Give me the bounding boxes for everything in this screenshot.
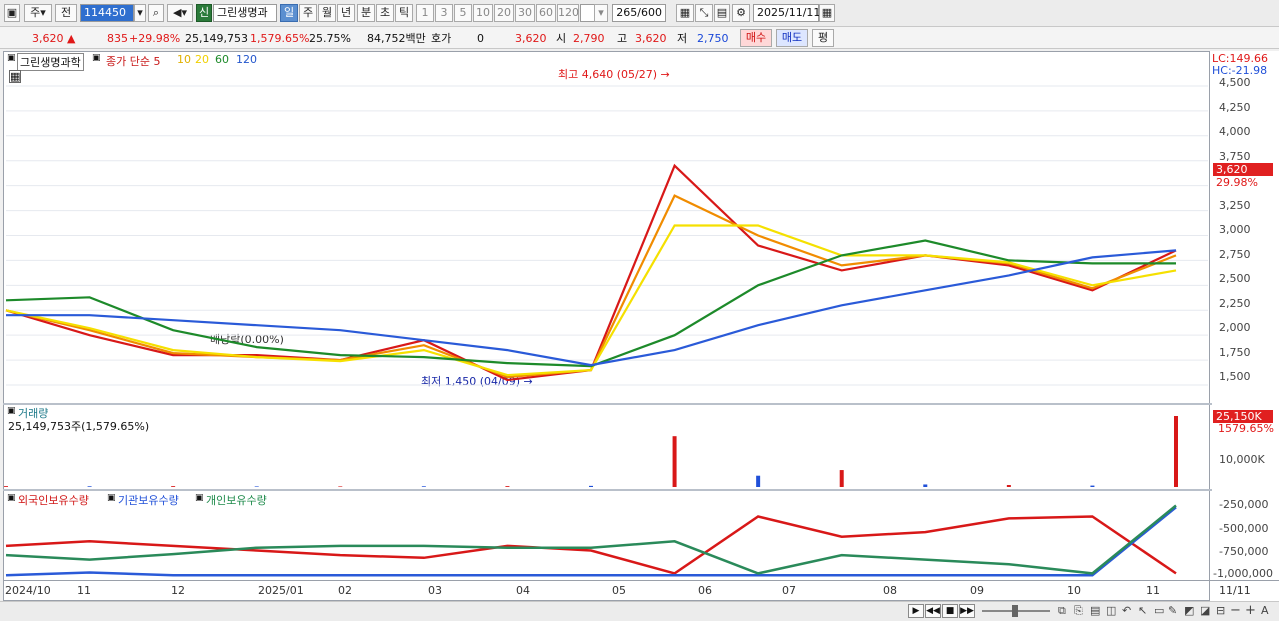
chart-type-icon[interactable]: ◩	[1184, 604, 1194, 617]
save-image-icon[interactable]: ◪	[1200, 604, 1210, 617]
stop-icon[interactable]: ■	[942, 604, 958, 618]
volume-bar	[421, 486, 426, 487]
volume-bar	[672, 436, 677, 487]
volume-bar	[87, 486, 92, 487]
volume-bar	[1090, 485, 1095, 487]
volume-bar	[505, 486, 510, 487]
holding-series-line	[5, 504, 1177, 575]
volume-bar	[4, 486, 8, 487]
volume-bar	[338, 486, 343, 487]
fast-forward-icon[interactable]: ▶▶	[959, 604, 975, 618]
chart-plot	[4, 85, 1208, 577]
copy-icon[interactable]: ⎘	[1074, 604, 1083, 618]
volume-bar	[1174, 416, 1178, 487]
price-series-line	[6, 249, 1177, 367]
undo-icon[interactable]: ↶	[1122, 604, 1131, 617]
price-series-line	[5, 239, 1176, 368]
volume-bar	[589, 485, 593, 487]
rewind-icon[interactable]: ◀◀	[925, 604, 941, 618]
print-icon[interactable]: ▤	[1090, 604, 1100, 617]
volume-bar	[254, 486, 259, 487]
font-size-icon[interactable]: A	[1261, 604, 1269, 617]
zoom-in-icon[interactable]: +	[1245, 603, 1256, 618]
scroll-right-icon[interactable]: ▶	[908, 604, 924, 618]
edit-icon[interactable]: ✎	[1168, 604, 1177, 617]
measure-icon[interactable]: ◫	[1106, 604, 1116, 617]
pointer-icon[interactable]: ↖	[1138, 604, 1147, 617]
holding-series-line	[5, 506, 1177, 577]
layout-icon[interactable]: ⧉	[1058, 604, 1066, 618]
volume-bar	[839, 470, 844, 487]
settings-icon[interactable]: ⊟	[1216, 604, 1225, 617]
zoom-slider-handle[interactable]	[1012, 605, 1018, 617]
zoom-out-icon[interactable]: −	[1230, 603, 1241, 618]
box-icon[interactable]: ▭	[1154, 604, 1164, 617]
navigation-bar: ▶ ◀◀ ■ ▶▶ ⧉ ⎘ ▤ ◫ ↶ ↖ ▭ ✎ ◩ ◪ ⊟ − + A	[0, 601, 1279, 621]
price-series-line	[5, 163, 1177, 382]
volume-bar	[923, 484, 928, 487]
volume-bar	[756, 475, 761, 487]
volume-bar	[171, 486, 176, 487]
volume-bar	[1006, 485, 1011, 487]
